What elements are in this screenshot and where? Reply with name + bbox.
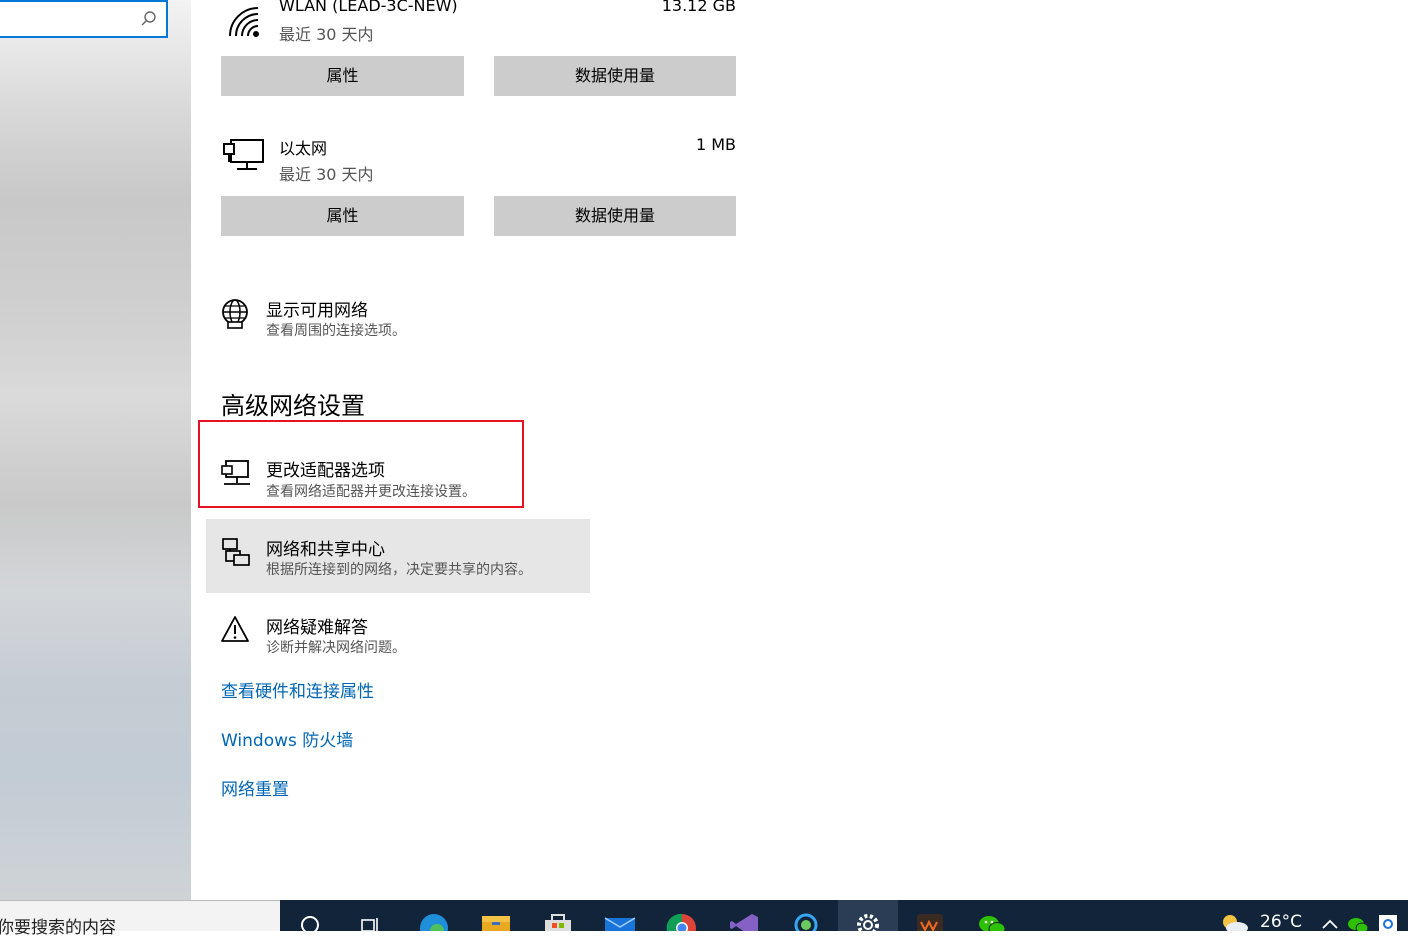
- chevron-up-icon[interactable]: [1320, 900, 1340, 931]
- show-networks-subtitle: 查看周围的连接选项。: [266, 323, 406, 339]
- properties-button[interactable]: 属性: [221, 196, 464, 236]
- task-view-icon[interactable]: [340, 900, 400, 932]
- network-reset-link[interactable]: 网络重置: [221, 775, 289, 800]
- connection-name: 以太网: [279, 139, 328, 158]
- settings-icon[interactable]: [838, 900, 898, 936]
- sharing-center-item[interactable]: 网络和共享中心 根据所连接到的网络，决定要共享的内容。: [206, 519, 590, 593]
- ethernet-icon: [222, 138, 266, 172]
- show-networks-title: 显示可用网络: [266, 301, 368, 321]
- sharing-center-subtitle: 根据所连接到的网络，决定要共享的内容。: [266, 562, 532, 578]
- adapter-icon: [220, 458, 252, 494]
- troubleshoot-title: 网络疑难解答: [266, 618, 368, 638]
- taskbar: 26°C: [280, 900, 1408, 943]
- change-adapter-item[interactable]: 更改适配器选项 查看网络适配器并更改连接设置。: [206, 450, 516, 504]
- wechat-icon[interactable]: [962, 900, 1022, 936]
- data-usage-button[interactable]: 数据使用量: [494, 196, 736, 236]
- globe-icon: [220, 298, 250, 334]
- windows-firewall-link[interactable]: Windows 防火墙: [221, 726, 353, 751]
- display-tray-icon[interactable]: [1376, 900, 1400, 931]
- taskbar-search-text: 你要搜索的内容: [0, 918, 116, 938]
- advanced-network-heading: 高级网络设置: [221, 392, 365, 420]
- change-adapter-title: 更改适配器选项: [266, 461, 385, 481]
- hardware-properties-link[interactable]: 查看硬件和连接属性: [221, 677, 374, 702]
- data-usage-button[interactable]: 数据使用量: [494, 56, 736, 96]
- temperature-text[interactable]: 26°C: [1260, 912, 1302, 943]
- settings-sidebar: [0, 0, 191, 900]
- mail-icon[interactable]: [590, 900, 650, 934]
- troubleshoot-item[interactable]: 网络疑难解答 诊断并解决网络问题。: [206, 606, 590, 662]
- visual-studio-icon[interactable]: [714, 900, 774, 937]
- connection-period: 最近 30 天内: [279, 165, 374, 184]
- wifi-icon: [226, 4, 262, 38]
- search-input[interactable]: [0, 0, 168, 38]
- sharing-center-icon: [220, 537, 252, 573]
- file-explorer-icon[interactable]: [466, 900, 526, 932]
- wps-icon[interactable]: [900, 900, 960, 934]
- connection-name: WLAN (LEAD-3C-NEW): [279, 0, 458, 15]
- search-icon[interactable]: [280, 900, 340, 934]
- store-icon[interactable]: [528, 900, 588, 934]
- change-adapter-subtitle: 查看网络适配器并更改连接设置。: [266, 484, 476, 500]
- warning-icon: [220, 614, 250, 648]
- chrome-icon[interactable]: [652, 900, 712, 943]
- properties-button[interactable]: 属性: [221, 56, 464, 96]
- connection-usage: 13.12 GB: [661, 0, 736, 15]
- wechat-tray-icon[interactable]: [1346, 900, 1370, 934]
- connection-usage: 1 MB: [695, 135, 736, 154]
- sharing-center-title: 网络和共享中心: [266, 540, 385, 560]
- troubleshoot-subtitle: 诊断并解决网络问题。: [266, 640, 406, 656]
- search-icon[interactable]: [140, 10, 158, 28]
- weather-icon[interactable]: [1218, 900, 1252, 934]
- magnifier-icon[interactable]: [776, 900, 836, 937]
- show-networks-item[interactable]: 显示可用网络 查看周围的连接选项。: [206, 290, 590, 348]
- connection-period: 最近 30 天内: [279, 25, 374, 44]
- edge-icon[interactable]: [404, 900, 464, 942]
- taskbar-search-box[interactable]: 你要搜索的内容: [0, 900, 280, 938]
